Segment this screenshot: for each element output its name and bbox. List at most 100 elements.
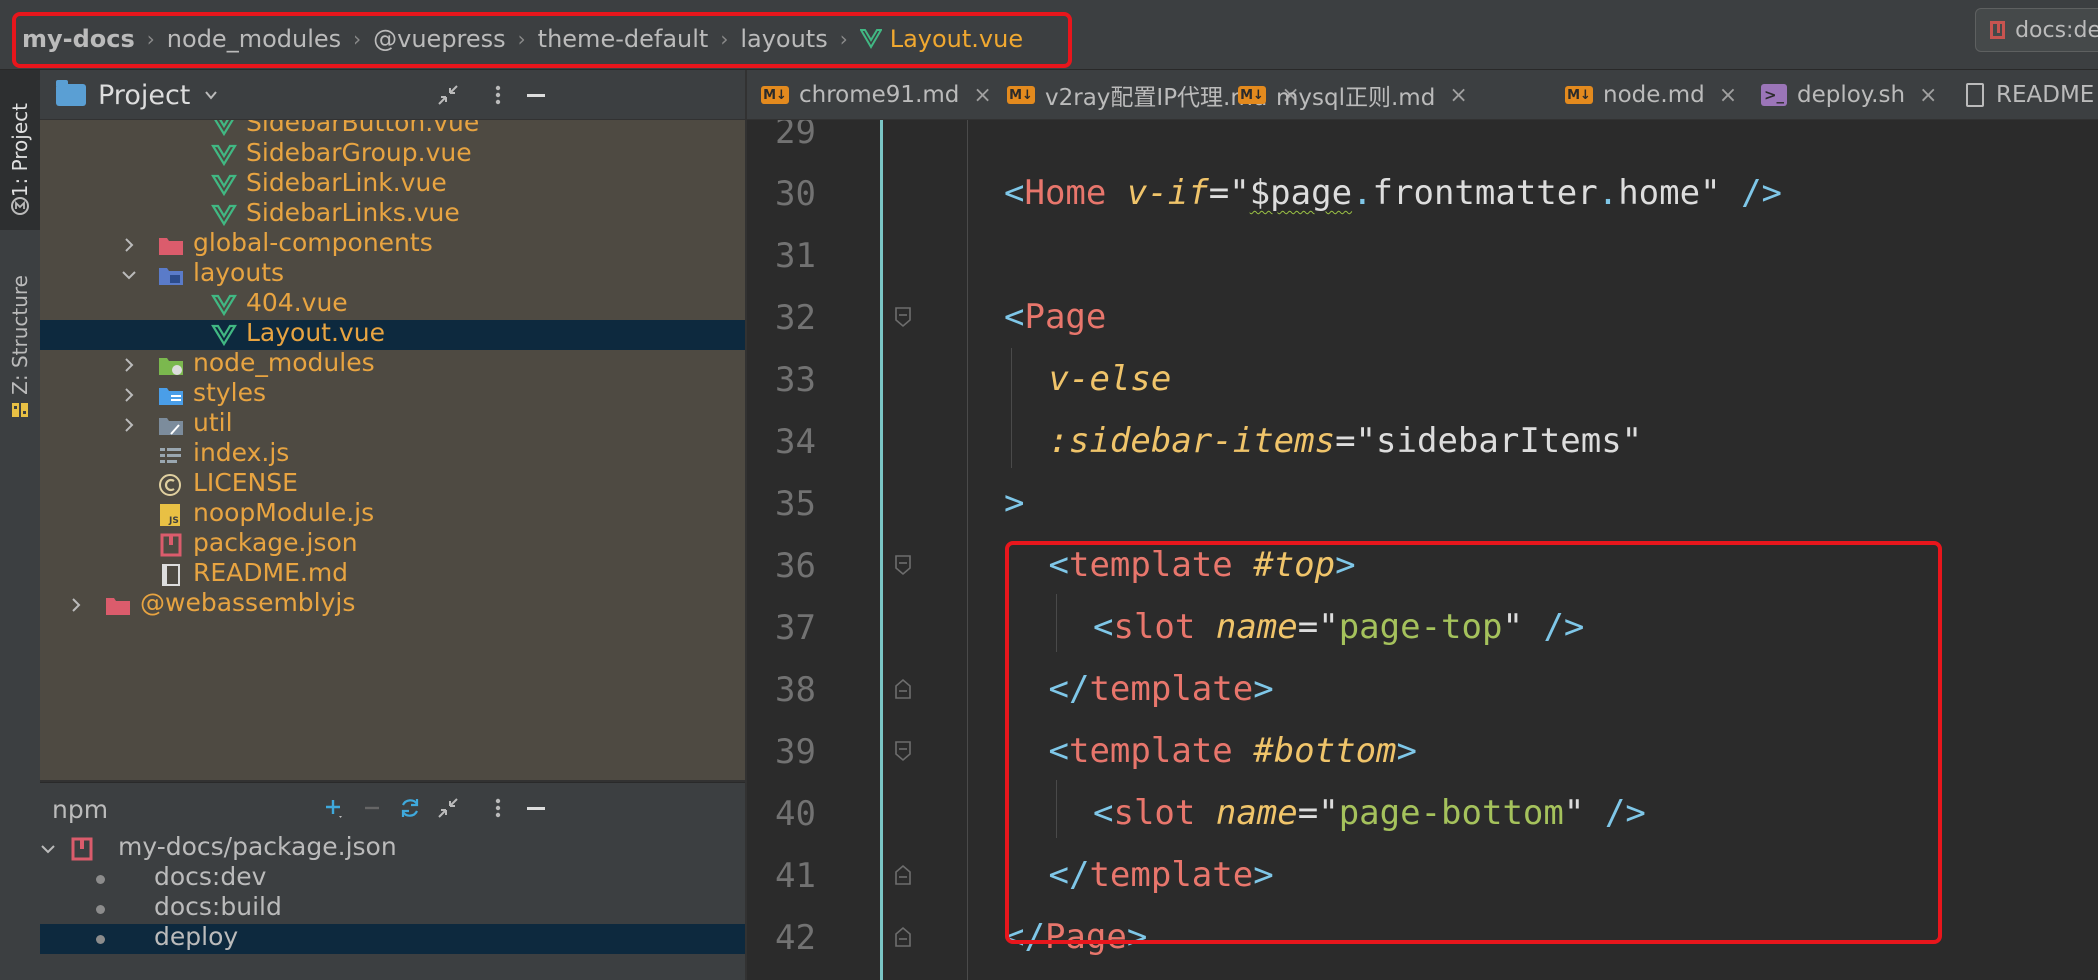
line-number[interactable]: 39	[775, 732, 851, 772]
editor-tab[interactable]: M↓ node.md ×	[1565, 70, 1737, 119]
code-line[interactable]: 40 <slot name="page-bottom" />	[747, 784, 2098, 846]
code-line[interactable]: 36 <template #top>	[747, 536, 2098, 598]
close-tab-icon[interactable]: ×	[1719, 83, 1737, 108]
code-line[interactable]: 42 </Page>	[747, 908, 2098, 970]
chevron-right-icon[interactable]	[121, 387, 137, 403]
tree-item-label: @webassemblyjs	[140, 588, 356, 617]
line-number[interactable]: 33	[775, 360, 851, 400]
line-number[interactable]: 40	[775, 794, 851, 834]
breadcrumb-item[interactable]: theme-default	[538, 25, 709, 53]
chevron-right-icon[interactable]	[121, 237, 137, 253]
minimize-icon[interactable]	[524, 83, 548, 107]
tab-structure[interactable]: Z: Structure	[0, 250, 40, 420]
npm-script-item[interactable]: deploy	[40, 922, 745, 954]
code-editor[interactable]: 29 30 <Home v-if="$page.frontmatter.home" …	[747, 120, 2098, 980]
editor-tab[interactable]: >_ deploy.sh ×	[1761, 70, 1937, 119]
line-number[interactable]: 38	[775, 670, 851, 710]
project-panel-header: Project	[40, 70, 745, 120]
line-number[interactable]: 41	[775, 856, 851, 896]
tree-item[interactable]: node_modules	[40, 348, 745, 380]
code-line[interactable]: 38 </template>	[747, 660, 2098, 722]
tree-item[interactable]: SidebarLinks.vue	[40, 198, 745, 230]
refresh-icon[interactable]	[398, 796, 422, 820]
chevron-right-icon[interactable]	[121, 357, 137, 373]
more-options-icon[interactable]	[486, 796, 510, 820]
code-line[interactable]: 32 <Page	[747, 288, 2098, 350]
code-line[interactable]: 33 v-else	[747, 350, 2098, 412]
collapse-all-icon[interactable]	[436, 83, 460, 107]
tree-item[interactable]: @webassemblyjs	[40, 588, 745, 620]
npm-script-item[interactable]: docs:build	[40, 892, 745, 924]
minimize-icon[interactable]	[524, 796, 548, 820]
code-line[interactable]: 34:sidebar-items="sidebarItems"	[747, 412, 2098, 474]
code-text: <Home v-if="$page.frontmatter.home" />	[1004, 173, 1783, 213]
chevron-right-icon[interactable]	[68, 597, 84, 613]
fold-open-icon[interactable]	[894, 306, 912, 328]
editor-tab-label: v2ray配置IP代理.md	[1045, 85, 1268, 111]
npm-script-item[interactable]: docs:dev	[40, 862, 745, 894]
tree-item[interactable]: README.md	[40, 558, 745, 590]
code-line[interactable]: 39 <template #bottom>	[747, 722, 2098, 784]
line-number[interactable]: 35	[775, 484, 851, 524]
tree-item[interactable]: index.js	[40, 438, 745, 470]
breadcrumb-separator: ›	[353, 27, 362, 51]
fold-open-icon[interactable]	[894, 740, 912, 762]
fold-close-icon[interactable]	[894, 678, 912, 700]
tree-item[interactable]: Layout.vue	[40, 318, 745, 350]
fold-close-icon[interactable]	[894, 864, 912, 886]
tree-item[interactable]: LICENSE	[40, 468, 745, 500]
license-icon	[159, 474, 181, 496]
tree-item[interactable]: SidebarButton.vue	[40, 120, 745, 140]
more-options-icon[interactable]	[486, 83, 510, 107]
breadcrumb-current[interactable]: Layout.vue	[890, 25, 1023, 53]
breadcrumb-separator: ›	[146, 27, 155, 51]
close-tab-icon[interactable]: ×	[1919, 83, 1937, 108]
code-line[interactable]: 30 <Home v-if="$page.frontmatter.home" />	[747, 164, 2098, 226]
tree-item[interactable]: styles	[40, 378, 745, 410]
fold-close-icon[interactable]	[894, 926, 912, 948]
line-number[interactable]: 32	[775, 298, 851, 338]
tree-item[interactable]: package.json	[40, 528, 745, 560]
code-line[interactable]: 29	[747, 120, 2098, 164]
code-line[interactable]: 35 >	[747, 474, 2098, 536]
tree-item[interactable]: SidebarLink.vue	[40, 168, 745, 200]
line-number[interactable]: 30	[775, 174, 851, 214]
run-configuration-selector[interactable]: docs:dev	[1975, 8, 2098, 52]
project-icon	[11, 197, 29, 215]
tree-item[interactable]: SidebarGroup.vue	[40, 138, 745, 170]
collapse-all-icon[interactable]	[436, 796, 460, 820]
line-number[interactable]: 31	[775, 236, 851, 276]
breadcrumb-item[interactable]: @vuepress	[373, 25, 506, 53]
breadcrumb-item[interactable]: node_modules	[167, 25, 341, 53]
tree-item[interactable]: 404.vue	[40, 288, 745, 320]
tree-item[interactable]: util	[40, 408, 745, 440]
code-line[interactable]: 37 <slot name="page-top" />	[747, 598, 2098, 660]
tree-item[interactable]: JS noopModule.js	[40, 498, 745, 530]
tree-item[interactable]: layouts	[40, 258, 745, 290]
fold-open-icon[interactable]	[894, 554, 912, 576]
editor-tab[interactable]: M↓ mysql正则.md ×	[1238, 70, 1468, 119]
tree-item[interactable]: global-components	[40, 228, 745, 260]
breadcrumb-item[interactable]: my-docs	[22, 25, 135, 53]
code-line[interactable]: 31	[747, 226, 2098, 288]
breadcrumb-separator: ›	[839, 27, 848, 51]
editor-tab[interactable]: README	[1966, 70, 2094, 119]
editor-tab[interactable]: M↓ chrome91.md ×	[761, 70, 992, 119]
npm-package-item[interactable]: my-docs/package.json	[40, 834, 745, 864]
line-number[interactable]: 42	[775, 918, 851, 958]
line-number[interactable]: 36	[775, 546, 851, 586]
editor-tab-bar: M↓ chrome91.md × M↓ v2ray配置IP代理.md × M↓ mysql正则…	[747, 70, 2098, 120]
close-tab-icon[interactable]: ×	[1449, 83, 1467, 108]
chevron-down-icon[interactable]	[40, 841, 56, 857]
close-tab-icon[interactable]: ×	[973, 83, 991, 108]
project-view-selector[interactable]: Project	[56, 70, 218, 120]
add-icon[interactable]	[322, 796, 346, 820]
chevron-right-icon[interactable]	[121, 417, 137, 433]
project-tree: SidebarButton.vue SidebarGroup.vue Sidebar…	[40, 120, 745, 780]
chevron-down-icon[interactable]	[121, 267, 137, 283]
code-line[interactable]: 41 </template>	[747, 846, 2098, 908]
line-number[interactable]: 34	[775, 422, 851, 462]
line-number[interactable]: 29	[775, 120, 851, 152]
line-number[interactable]: 37	[775, 608, 851, 648]
breadcrumb-item[interactable]: layouts	[740, 25, 827, 53]
